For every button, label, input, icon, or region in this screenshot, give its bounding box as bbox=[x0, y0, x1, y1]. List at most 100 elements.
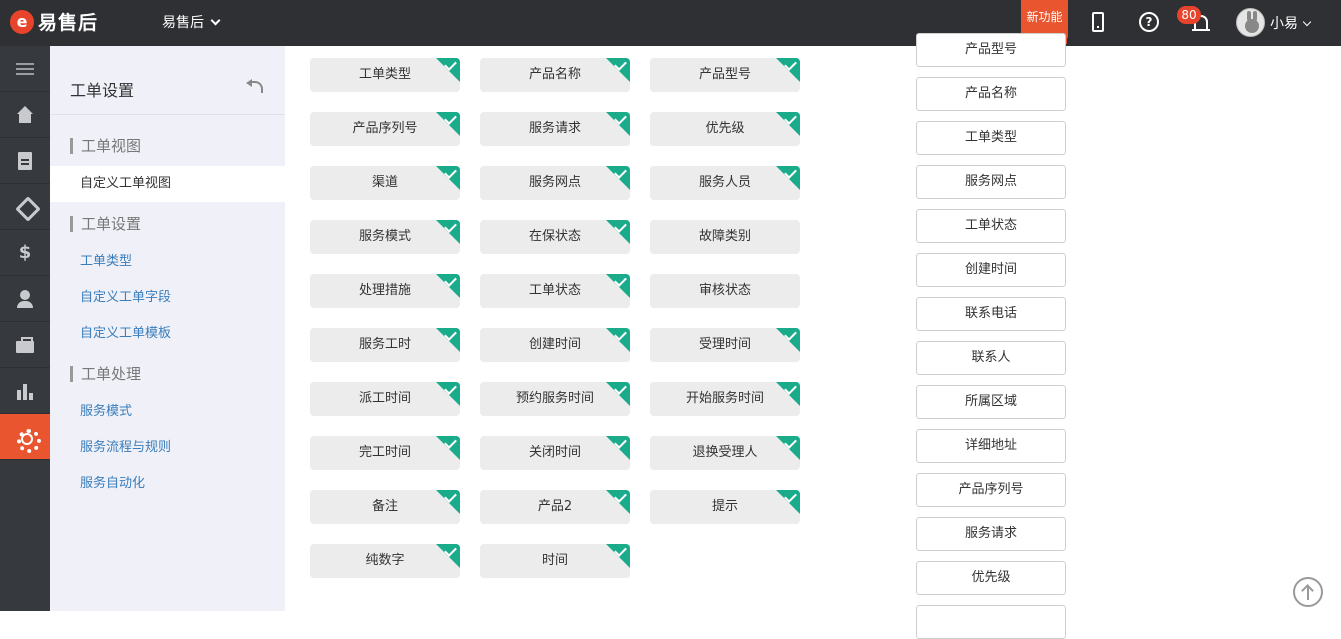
field-tag[interactable]: 纯数字 bbox=[310, 544, 460, 578]
field-tag[interactable]: 服务人员 bbox=[650, 166, 800, 200]
sidebar-item-custom-view[interactable]: 自定义工单视图 bbox=[50, 166, 285, 202]
back-icon[interactable] bbox=[246, 78, 264, 93]
selected-field-item[interactable] bbox=[916, 605, 1066, 639]
rail-briefcase[interactable] bbox=[0, 322, 50, 368]
sidebar-group-settings: 工单设置 bbox=[70, 216, 141, 232]
avatar[interactable] bbox=[1236, 8, 1265, 37]
selected-field-item[interactable]: 联系电话 bbox=[916, 297, 1066, 331]
field-tag[interactable]: 退换受理人 bbox=[650, 436, 800, 470]
field-tag[interactable]: 服务工时 bbox=[310, 328, 460, 362]
field-tag[interactable]: 优先级 bbox=[650, 112, 800, 146]
selected-field-item[interactable]: 工单状态 bbox=[916, 209, 1066, 243]
rail-finance[interactable]: $ bbox=[0, 230, 50, 276]
field-tag[interactable]: 工单类型 bbox=[310, 58, 460, 92]
check-icon bbox=[436, 328, 460, 352]
field-tag-label: 服务工时 bbox=[358, 337, 411, 352]
sidebar-item-service-mode[interactable]: 服务模式 bbox=[50, 394, 285, 430]
logo[interactable]: e 易售后 bbox=[10, 8, 98, 35]
rail-users[interactable] bbox=[0, 276, 50, 322]
selected-field-item[interactable]: 产品型号 bbox=[916, 33, 1066, 67]
chart-icon bbox=[15, 381, 35, 401]
logo-text: 易售后 bbox=[38, 12, 99, 34]
notification-badge: 80 bbox=[1177, 6, 1201, 24]
logo-icon: e bbox=[10, 9, 34, 34]
field-tag[interactable]: 受理时间 bbox=[650, 328, 800, 362]
field-tag[interactable]: 创建时间 bbox=[480, 328, 630, 362]
field-tag[interactable]: 产品序列号 bbox=[310, 112, 460, 146]
sidebar-item-ticket-type[interactable]: 工单类型 bbox=[50, 244, 285, 280]
rail-reports[interactable] bbox=[0, 368, 50, 414]
field-tag[interactable]: 在保状态 bbox=[480, 220, 630, 254]
field-tag[interactable]: 完工时间 bbox=[310, 436, 460, 470]
field-tag-label: 服务网点 bbox=[528, 175, 581, 190]
field-tag-label: 服务模式 bbox=[358, 229, 411, 244]
field-tag-label: 工单类型 bbox=[358, 67, 411, 82]
selected-field-item[interactable]: 详细地址 bbox=[916, 429, 1066, 463]
field-tag[interactable]: 时间 bbox=[480, 544, 630, 578]
sidebar-item-custom-template[interactable]: 自定义工单模板 bbox=[50, 316, 285, 352]
field-tag[interactable]: 备注 bbox=[310, 490, 460, 524]
field-tag[interactable]: 服务网点 bbox=[480, 166, 630, 200]
menu-icon bbox=[15, 59, 35, 79]
field-tag-label: 创建时间 bbox=[528, 337, 581, 352]
field-tag-label: 在保状态 bbox=[528, 229, 581, 244]
field-tag[interactable]: 渠道 bbox=[310, 166, 460, 200]
field-tag[interactable]: 审核状态 bbox=[650, 274, 800, 308]
check-icon bbox=[606, 112, 630, 136]
field-tag[interactable]: 产品型号 bbox=[650, 58, 800, 92]
app-switcher-label: 易售后 bbox=[162, 15, 204, 31]
app-switcher[interactable]: 易售后 bbox=[162, 12, 221, 32]
document-icon bbox=[15, 151, 35, 171]
field-tag[interactable]: 服务模式 bbox=[310, 220, 460, 254]
field-tag[interactable]: 工单状态 bbox=[480, 274, 630, 308]
check-icon bbox=[606, 220, 630, 244]
selected-field-item[interactable]: 服务请求 bbox=[916, 517, 1066, 551]
field-tag[interactable]: 开始服务时间 bbox=[650, 382, 800, 416]
selected-field-item[interactable]: 工单类型 bbox=[916, 121, 1066, 155]
chevron-down-icon bbox=[210, 15, 221, 25]
sidebar-item-automation[interactable]: 服务自动化 bbox=[50, 466, 285, 502]
check-icon bbox=[436, 112, 460, 136]
selected-field-item[interactable]: 优先级 bbox=[916, 561, 1066, 595]
rail-home[interactable] bbox=[0, 92, 50, 138]
field-tag[interactable]: 故障类别 bbox=[650, 220, 800, 254]
rail-documents[interactable] bbox=[0, 138, 50, 184]
rail-settings[interactable] bbox=[0, 414, 50, 460]
selected-field-item[interactable]: 产品序列号 bbox=[916, 473, 1066, 507]
field-tag[interactable]: 预约服务时间 bbox=[480, 382, 630, 416]
field-tag-label: 派工时间 bbox=[358, 391, 411, 406]
user-menu[interactable]: 小易 bbox=[1270, 13, 1312, 33]
check-icon bbox=[776, 490, 800, 514]
rail-tags[interactable] bbox=[0, 184, 50, 230]
check-icon bbox=[436, 544, 460, 568]
field-tag[interactable]: 提示 bbox=[650, 490, 800, 524]
check-icon bbox=[606, 166, 630, 190]
selected-field-item[interactable]: 产品名称 bbox=[916, 77, 1066, 111]
selected-field-item[interactable]: 服务网点 bbox=[916, 165, 1066, 199]
field-tag[interactable]: 处理措施 bbox=[310, 274, 460, 308]
rail-menu[interactable] bbox=[0, 46, 50, 92]
selected-field-item[interactable]: 所属区域 bbox=[916, 385, 1066, 419]
selected-field-item[interactable]: 创建时间 bbox=[916, 253, 1066, 287]
field-tag[interactable]: 关闭时间 bbox=[480, 436, 630, 470]
sidebar-title: 工单设置 bbox=[70, 81, 135, 100]
help-icon[interactable]: ? bbox=[1138, 11, 1162, 35]
scroll-to-top-button[interactable] bbox=[1293, 577, 1323, 607]
field-tag-label: 工单状态 bbox=[528, 283, 581, 298]
check-icon bbox=[776, 112, 800, 136]
field-tag[interactable]: 服务请求 bbox=[480, 112, 630, 146]
field-tag[interactable]: 派工时间 bbox=[310, 382, 460, 416]
check-icon bbox=[436, 436, 460, 460]
field-tag-label: 开始服务时间 bbox=[685, 391, 764, 406]
field-tag-label: 纯数字 bbox=[365, 553, 405, 568]
sidebar-item-custom-fields[interactable]: 自定义工单字段 bbox=[50, 280, 285, 316]
sidebar-group-processing: 工单处理 bbox=[70, 366, 141, 382]
user-icon bbox=[15, 289, 35, 309]
field-tag[interactable]: 产品2 bbox=[480, 490, 630, 524]
check-icon bbox=[606, 328, 630, 352]
field-tag[interactable]: 产品名称 bbox=[480, 58, 630, 92]
selected-field-item[interactable]: 联系人 bbox=[916, 341, 1066, 375]
field-tag-label: 关闭时间 bbox=[528, 445, 581, 460]
mobile-icon[interactable] bbox=[1086, 11, 1110, 35]
sidebar-item-service-flow[interactable]: 服务流程与规则 bbox=[50, 430, 285, 466]
